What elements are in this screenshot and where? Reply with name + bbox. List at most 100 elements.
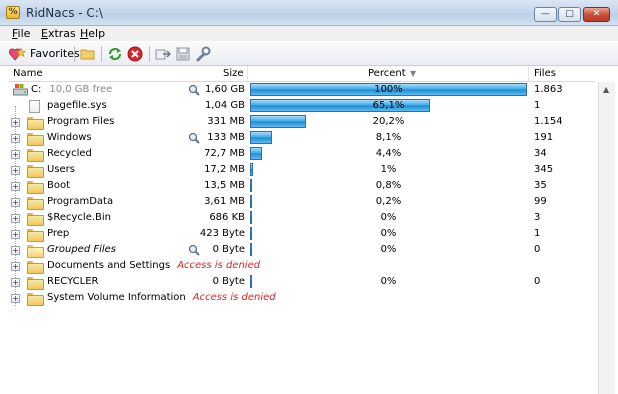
- item-name: $Recycle.Bin: [47, 212, 112, 223]
- drive-name: C: 10,0 GB free: [31, 84, 113, 95]
- expand-icon[interactable]: +: [11, 182, 20, 191]
- files-value: 35: [534, 180, 547, 191]
- size-value: 331 MB: [207, 116, 245, 127]
- folder-icon: [27, 165, 44, 178]
- save-icon[interactable]: [175, 46, 191, 62]
- tree-row[interactable]: pagefile.sys 1,04 GB 65,1% 1: [9, 98, 595, 114]
- settings-wrench-icon[interactable]: [195, 46, 211, 62]
- title-bar: % RidNacs - C:\ — □ ✕: [0, 0, 618, 26]
- access-denied-label: Access is denied: [192, 292, 276, 303]
- toolbar: Favorites: [0, 41, 618, 66]
- size-value: 1,60 GB: [204, 84, 245, 95]
- tree-row[interactable]: + Recycled 72,7 MB 4,4% 34: [9, 146, 595, 162]
- column-files[interactable]: Files: [534, 68, 556, 79]
- folder-icon: [27, 261, 44, 274]
- expand-icon[interactable]: +: [11, 134, 20, 143]
- drive-icon: [13, 84, 28, 96]
- column-percent[interactable]: Percent: [368, 68, 406, 79]
- expand-icon[interactable]: +: [11, 214, 20, 223]
- column-name[interactable]: Name: [13, 68, 43, 79]
- open-folder-icon[interactable]: [80, 46, 96, 62]
- tree-row[interactable]: + Documents and Settings Access is denied: [9, 258, 595, 274]
- file-icon: [29, 100, 40, 113]
- folder-icon: [27, 117, 44, 130]
- folder-icon: [27, 293, 44, 306]
- folder-icon: [27, 181, 44, 194]
- files-value: 1.154: [534, 116, 563, 127]
- percent-value: 1%: [380, 164, 397, 175]
- favorites-label: Favorites: [30, 47, 80, 60]
- size-value: 3,61 MB: [204, 196, 245, 207]
- size-value: 423 Byte: [199, 228, 245, 239]
- scroll-up-icon[interactable]: ▲: [603, 85, 609, 94]
- tree-row[interactable]: + $Recycle.Bin 686 KB 0% 3: [9, 210, 595, 226]
- expand-icon[interactable]: +: [11, 150, 20, 159]
- item-name: Boot: [47, 180, 71, 191]
- refresh-icon[interactable]: [107, 46, 123, 62]
- item-name: pagefile.sys: [47, 100, 107, 111]
- tree-row[interactable]: + RECYCLER 0 Byte 0% 0: [9, 274, 595, 290]
- expand-icon[interactable]: +: [11, 230, 20, 239]
- tree-row[interactable]: + Program Files 331 MB 20,2% 1.154: [9, 114, 595, 130]
- tree-row[interactable]: + Prep 423 Byte 0% 1: [9, 226, 595, 242]
- expand-icon[interactable]: +: [11, 166, 20, 175]
- percent-value: 100%: [374, 84, 403, 95]
- magnifier-icon[interactable]: [188, 132, 200, 144]
- percent-value: 65,1%: [372, 100, 405, 111]
- menu-help[interactable]: Help: [80, 27, 105, 40]
- tree-row[interactable]: + Users 17,2 MB 1% 345: [9, 162, 595, 178]
- column-size[interactable]: Size: [223, 68, 244, 79]
- percent-value: 4,4%: [375, 148, 402, 159]
- favorites-button[interactable]: Favorites: [9, 45, 80, 62]
- item-name: RECYCLER: [47, 276, 99, 287]
- percent-value: 20,2%: [372, 116, 405, 127]
- column-divider[interactable]: [247, 66, 248, 82]
- vertical-scrollbar[interactable]: ▲: [598, 82, 615, 394]
- files-value: 99: [534, 196, 547, 207]
- size-value: 0 Byte: [212, 244, 245, 255]
- folder-icon: [27, 149, 44, 162]
- magnifier-icon[interactable]: [188, 84, 200, 96]
- grouped-files-icon: [27, 245, 44, 258]
- files-value: 1: [534, 228, 541, 239]
- drive-row[interactable]: C: 10,0 GB free 1,60 GB 100% 1.863: [9, 82, 595, 98]
- expand-icon[interactable]: +: [11, 278, 20, 287]
- item-name: Program Files: [47, 116, 115, 127]
- item-name: Prep: [47, 228, 70, 239]
- stop-icon[interactable]: [127, 46, 143, 62]
- files-value: 1.863: [534, 84, 563, 95]
- files-value: 345: [534, 164, 554, 175]
- files-value: 0: [534, 244, 541, 255]
- size-value: 13,5 MB: [204, 180, 245, 191]
- tree-row[interactable]: + ProgramData 3,61 MB 0,2% 99: [9, 194, 595, 210]
- expand-icon[interactable]: +: [11, 262, 20, 271]
- toolbar-separator: [149, 46, 150, 62]
- expand-icon[interactable]: +: [11, 294, 20, 303]
- tree-row[interactable]: + Windows 133 MB 8,1% 191: [9, 130, 595, 146]
- percent-value: 8,1%: [375, 132, 402, 143]
- tree-row[interactable]: + Boot 13,5 MB 0,8% 35: [9, 178, 595, 194]
- files-value: 191: [534, 132, 554, 143]
- expand-icon[interactable]: +: [11, 118, 20, 127]
- item-name: ProgramData: [47, 196, 114, 207]
- menu-file[interactable]: File: [12, 27, 30, 40]
- percent-value: 0%: [380, 228, 397, 239]
- expand-icon[interactable]: +: [11, 246, 20, 255]
- maximize-button[interactable]: □: [558, 7, 581, 22]
- minimize-button[interactable]: —: [534, 7, 557, 22]
- percent-value: 0%: [380, 244, 397, 255]
- percent-value: 0,2%: [375, 196, 402, 207]
- tree-row[interactable]: + System Volume Information Access is deni…: [9, 290, 595, 306]
- tree-row[interactable]: + Grouped Files 0 Byte 0% 0: [9, 242, 595, 258]
- access-denied-label: Access is denied: [177, 260, 261, 271]
- export-icon[interactable]: [155, 46, 171, 62]
- tree-list: C: 10,0 GB free 1,60 GB 100% 1.863 pagefi…: [9, 82, 595, 394]
- close-button[interactable]: ✕: [583, 7, 610, 22]
- column-divider[interactable]: [528, 66, 529, 82]
- magnifier-icon[interactable]: [188, 244, 200, 256]
- toolbar-separator: [101, 46, 102, 62]
- menu-extras[interactable]: Extras: [41, 27, 76, 40]
- files-value: 3: [534, 212, 541, 223]
- expand-icon[interactable]: +: [11, 198, 20, 207]
- app-icon: %: [6, 6, 20, 19]
